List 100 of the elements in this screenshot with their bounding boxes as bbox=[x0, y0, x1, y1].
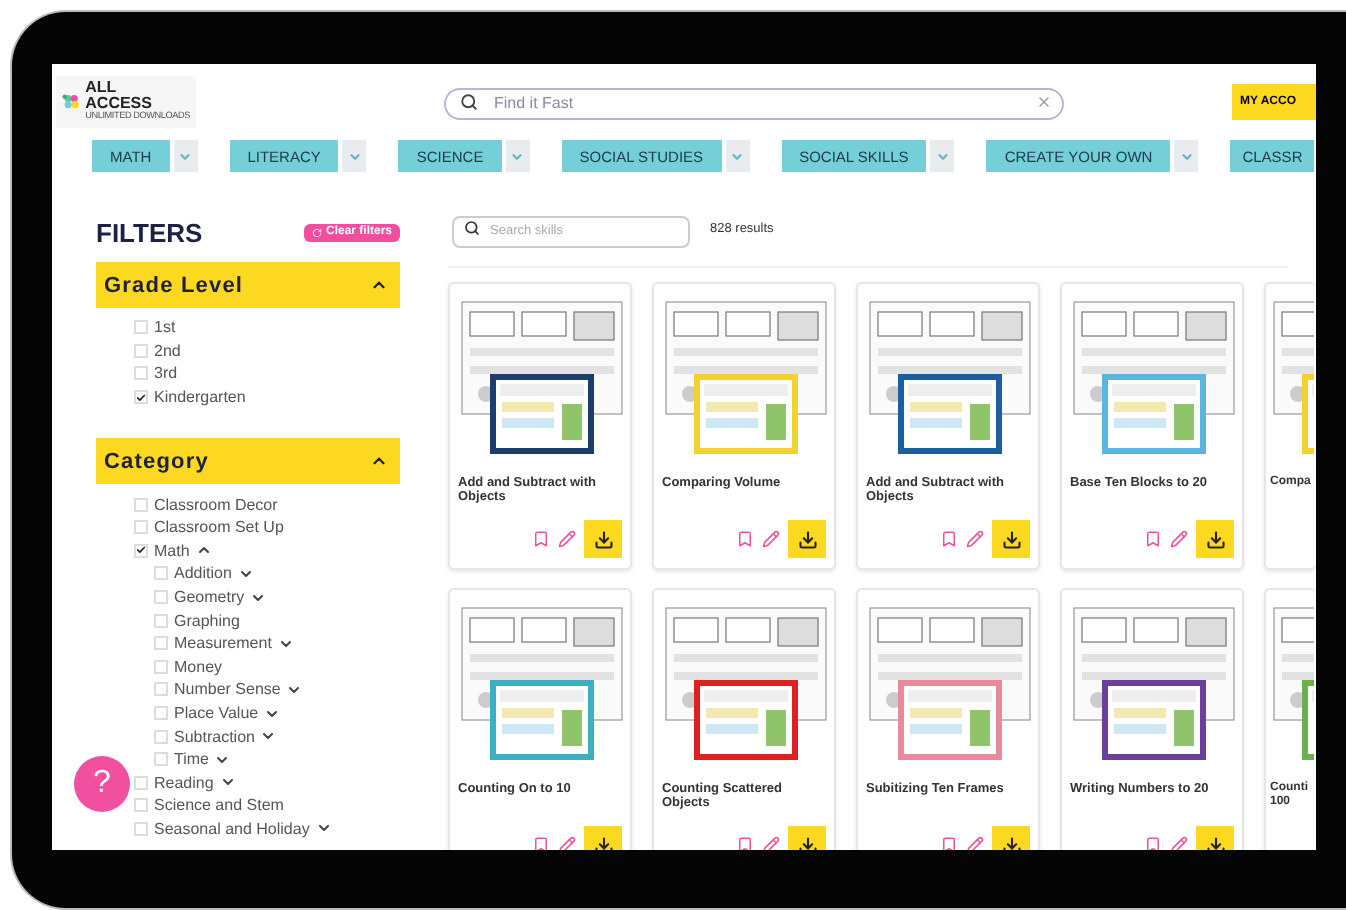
download-icon bbox=[797, 529, 817, 549]
filter-option[interactable]: Science and Stem bbox=[154, 796, 284, 815]
filter-option[interactable]: Money bbox=[174, 657, 223, 676]
dropdown-button[interactable] bbox=[1174, 140, 1199, 172]
filter-option[interactable]: Geometry bbox=[174, 588, 245, 607]
checkbox[interactable] bbox=[134, 320, 148, 335]
filter-option[interactable]: Classroom Set Up bbox=[154, 518, 284, 537]
pencil-icon[interactable] bbox=[762, 530, 780, 548]
download-icon bbox=[1205, 835, 1225, 850]
bookmark-icon[interactable] bbox=[940, 836, 958, 850]
bookmark-icon[interactable] bbox=[736, 836, 754, 850]
filter-option[interactable]: Time bbox=[174, 750, 209, 769]
filter-option[interactable]: Subtraction bbox=[174, 727, 255, 746]
chevron-down-icon bbox=[730, 149, 745, 163]
download-button[interactable] bbox=[788, 520, 826, 558]
dropdown-button[interactable] bbox=[342, 140, 367, 172]
chevron-down-icon[interactable] bbox=[286, 681, 303, 698]
chevron-down-icon[interactable] bbox=[264, 705, 281, 722]
filter-option[interactable]: 2nd bbox=[154, 341, 181, 360]
checkbox[interactable] bbox=[154, 706, 168, 721]
pencil-icon[interactable] bbox=[966, 530, 984, 548]
checkbox[interactable] bbox=[154, 636, 168, 651]
chevron-down-icon[interactable] bbox=[250, 589, 267, 606]
checkbox[interactable] bbox=[154, 566, 168, 581]
chevron-down-icon[interactable] bbox=[214, 751, 231, 768]
dropdown-button[interactable] bbox=[930, 140, 955, 172]
download-button[interactable] bbox=[1196, 520, 1234, 558]
filter-option[interactable]: Measurement bbox=[174, 634, 272, 653]
dropdown-button[interactable] bbox=[505, 140, 530, 172]
search-icon bbox=[460, 92, 478, 110]
download-icon bbox=[1205, 529, 1225, 549]
filter-option[interactable]: Classroom Decor bbox=[154, 495, 278, 514]
filter-option[interactable]: Kindergarten bbox=[154, 388, 246, 407]
filter-option[interactable]: 3rd bbox=[154, 364, 178, 383]
bookmark-icon[interactable] bbox=[940, 530, 958, 548]
download-icon bbox=[1001, 835, 1021, 850]
check-icon bbox=[136, 544, 146, 557]
checkbox[interactable] bbox=[134, 343, 148, 358]
pencil-icon[interactable] bbox=[1170, 836, 1188, 850]
chevron-down-icon[interactable] bbox=[260, 728, 277, 745]
search-icon bbox=[464, 220, 480, 236]
dropdown-button[interactable] bbox=[173, 140, 198, 172]
bookmark-icon[interactable] bbox=[532, 530, 550, 548]
checkbox[interactable] bbox=[134, 520, 148, 535]
chevron-up-icon[interactable] bbox=[195, 542, 212, 559]
filter-option[interactable]: Addition bbox=[174, 564, 232, 583]
chevron-down-icon bbox=[178, 149, 193, 163]
bookmark-icon[interactable] bbox=[1144, 836, 1162, 850]
filter-option[interactable]: 1st bbox=[154, 318, 176, 337]
section-header[interactable]: Category bbox=[96, 438, 400, 485]
close-icon[interactable] bbox=[1036, 93, 1052, 109]
bookmark-icon[interactable] bbox=[1144, 530, 1162, 548]
checkbox[interactable] bbox=[134, 821, 148, 836]
chevron-down-icon bbox=[347, 149, 362, 163]
download-button[interactable] bbox=[584, 520, 622, 558]
filter-option[interactable]: Reading bbox=[154, 773, 214, 792]
download-icon bbox=[593, 529, 613, 549]
pencil-icon[interactable] bbox=[762, 836, 780, 850]
pencil-icon[interactable] bbox=[558, 530, 576, 548]
checkbox[interactable] bbox=[154, 729, 168, 744]
chevron-up-icon bbox=[370, 276, 388, 294]
pencil-icon[interactable] bbox=[558, 836, 576, 850]
search-field[interactable]: Find it Fast bbox=[444, 87, 1064, 120]
filters-heading: FILTERS bbox=[96, 217, 203, 247]
logo-text: ALL bbox=[85, 80, 119, 95]
filter-option[interactable]: Math bbox=[154, 541, 190, 560]
logo-text: ACCESS bbox=[85, 95, 154, 110]
chevron-down-icon bbox=[935, 149, 950, 163]
checkbox[interactable] bbox=[154, 613, 168, 628]
checkbox[interactable] bbox=[134, 798, 148, 813]
filter-option[interactable]: Place Value bbox=[174, 704, 259, 723]
bookmark-icon[interactable] bbox=[736, 530, 754, 548]
download-icon bbox=[593, 835, 613, 850]
checkbox[interactable] bbox=[154, 659, 168, 674]
chevron-down-icon[interactable] bbox=[237, 565, 254, 582]
pencil-icon[interactable] bbox=[966, 836, 984, 850]
dropdown-button[interactable] bbox=[725, 140, 750, 172]
checkbox[interactable] bbox=[154, 752, 168, 767]
checkbox[interactable] bbox=[154, 682, 168, 697]
filter-option[interactable]: Seasonal and Holiday bbox=[154, 819, 310, 838]
chevron-down-icon bbox=[1179, 149, 1194, 163]
chevron-down-icon[interactable] bbox=[277, 635, 294, 652]
checkbox[interactable] bbox=[134, 543, 148, 558]
checkbox[interactable] bbox=[134, 775, 148, 790]
chevron-down-icon[interactable] bbox=[315, 820, 332, 837]
section-header[interactable]: Grade Level bbox=[96, 262, 400, 308]
refresh-icon bbox=[311, 227, 322, 237]
checkbox[interactable] bbox=[154, 590, 168, 605]
download-icon bbox=[1001, 529, 1021, 549]
chevron-down-icon[interactable] bbox=[219, 774, 236, 791]
check-icon bbox=[136, 391, 146, 404]
checkbox[interactable] bbox=[134, 366, 148, 381]
pencil-icon[interactable] bbox=[1170, 530, 1188, 548]
chevron-down-icon bbox=[510, 149, 525, 163]
filter-option[interactable]: Graphing bbox=[174, 611, 240, 630]
bookmark-icon[interactable] bbox=[532, 836, 550, 850]
download-button[interactable] bbox=[992, 520, 1030, 558]
checkbox[interactable] bbox=[134, 497, 148, 512]
checkbox[interactable] bbox=[134, 390, 148, 405]
filter-option[interactable]: Number Sense bbox=[174, 680, 281, 699]
